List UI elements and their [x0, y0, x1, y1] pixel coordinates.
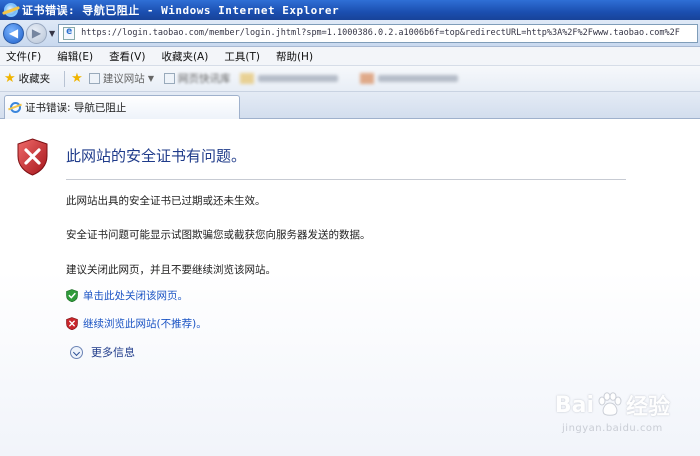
- address-bar[interactable]: https://login.taobao.com/member/login.jh…: [58, 23, 698, 43]
- page-content: 此网站的安全证书有问题。 此网站出具的安全证书已过期或还未生效。 安全证书问题可…: [0, 120, 700, 456]
- recent-pages-dropdown-icon[interactable]: ▼: [49, 29, 55, 38]
- navigation-bar: ◀ ▶ ▼ https://login.taobao.com/member/lo…: [0, 20, 700, 47]
- add-favorite-icon[interactable]: ★: [71, 71, 83, 86]
- internet-explorer-icon: [10, 102, 21, 113]
- favorite-item-blurred-2[interactable]: [360, 73, 459, 84]
- close-page-link-label[interactable]: 单击此处关闭该网页。: [83, 288, 188, 303]
- recommendation-text: 建议关闭此网页，并且不要继续浏览该网站。: [66, 264, 276, 276]
- tab-title: 证书错误: 导航已阻止: [25, 102, 127, 114]
- baidu-jingyan-watermark: Bai 经验 jingyan.baidu.com: [555, 389, 670, 434]
- tab-bar: 证书错误: 导航已阻止: [0, 92, 700, 119]
- separator: [64, 70, 66, 87]
- continue-link-label[interactable]: 继续浏览此网站(不推荐)。: [83, 316, 207, 331]
- menu-file[interactable]: 文件(F): [6, 49, 41, 64]
- continue-to-website-link[interactable]: 继续浏览此网站(不推荐)。: [66, 316, 207, 331]
- folder-icon: [240, 73, 255, 84]
- divider: [66, 179, 626, 180]
- favorite-item-blurred-1[interactable]: [240, 73, 339, 84]
- security-shield-error-icon: [17, 138, 48, 176]
- menu-view[interactable]: 查看(V): [109, 49, 145, 64]
- chevron-down-icon: ▼: [147, 74, 154, 83]
- watermark-domain: jingyan.baidu.com: [562, 423, 663, 434]
- address-url[interactable]: https://login.taobao.com/member/login.jh…: [81, 28, 680, 38]
- red-shield-x-icon: [66, 317, 78, 330]
- window-title: 证书错误: 导航已阻止 - Windows Internet Explorer: [22, 4, 340, 17]
- watermark-brand-left: Bai: [554, 392, 594, 418]
- forward-button[interactable]: ▶: [26, 22, 47, 44]
- menu-tools[interactable]: 工具(T): [224, 49, 260, 64]
- green-shield-check-icon: [66, 289, 78, 302]
- web-slice-label: 网页快讯库: [177, 73, 231, 85]
- more-information-toggle[interactable]: 更多信息: [70, 344, 135, 360]
- favorites-label: 收藏夹: [18, 73, 51, 85]
- menu-bar: 文件(F) 编辑(E) 查看(V) 收藏夹(A) 工具(T) 帮助(H): [0, 47, 700, 66]
- page-icon: [163, 73, 175, 84]
- watermark-brand-right: 经验: [625, 395, 670, 420]
- close-page-link[interactable]: 单击此处关闭该网页。: [66, 288, 188, 303]
- internet-explorer-icon: [4, 3, 18, 17]
- favorites-button[interactable]: ★ 收藏夹: [4, 71, 50, 86]
- folder-icon: [360, 73, 375, 84]
- web-slice-gallery-link[interactable]: 网页快讯库: [163, 71, 231, 86]
- suggested-sites-label: 建议网站: [102, 73, 145, 85]
- certificate-expired-text: 此网站出具的安全证书已过期或还未生效。: [66, 195, 266, 207]
- suggested-sites-link[interactable]: 建议网站 ▼: [88, 71, 154, 86]
- baidu-paw-logo-icon: [598, 392, 622, 416]
- favorites-bar: ★ 收藏夹 ★ 建议网站 ▼ 网页快讯库: [0, 66, 700, 92]
- page-icon: [88, 73, 100, 84]
- tab-certificate-error[interactable]: 证书错误: 导航已阻止: [4, 95, 240, 119]
- more-information-label[interactable]: 更多信息: [91, 344, 135, 360]
- back-button[interactable]: ◀: [3, 22, 24, 44]
- window-title-bar: 证书错误: 导航已阻止 - Windows Internet Explorer: [0, 0, 700, 20]
- chevron-down-circle-icon[interactable]: [70, 345, 83, 359]
- page-title: 此网站的安全证书有问题。: [66, 147, 247, 165]
- menu-help[interactable]: 帮助(H): [276, 49, 313, 64]
- menu-favorites[interactable]: 收藏夹(A): [161, 49, 208, 64]
- certificate-risk-text: 安全证书问题可能显示试图欺骗您或截获您向服务器发送的数据。: [66, 229, 371, 241]
- menu-edit[interactable]: 编辑(E): [57, 49, 93, 64]
- star-icon: ★: [4, 71, 16, 86]
- page-icon: [63, 26, 76, 40]
